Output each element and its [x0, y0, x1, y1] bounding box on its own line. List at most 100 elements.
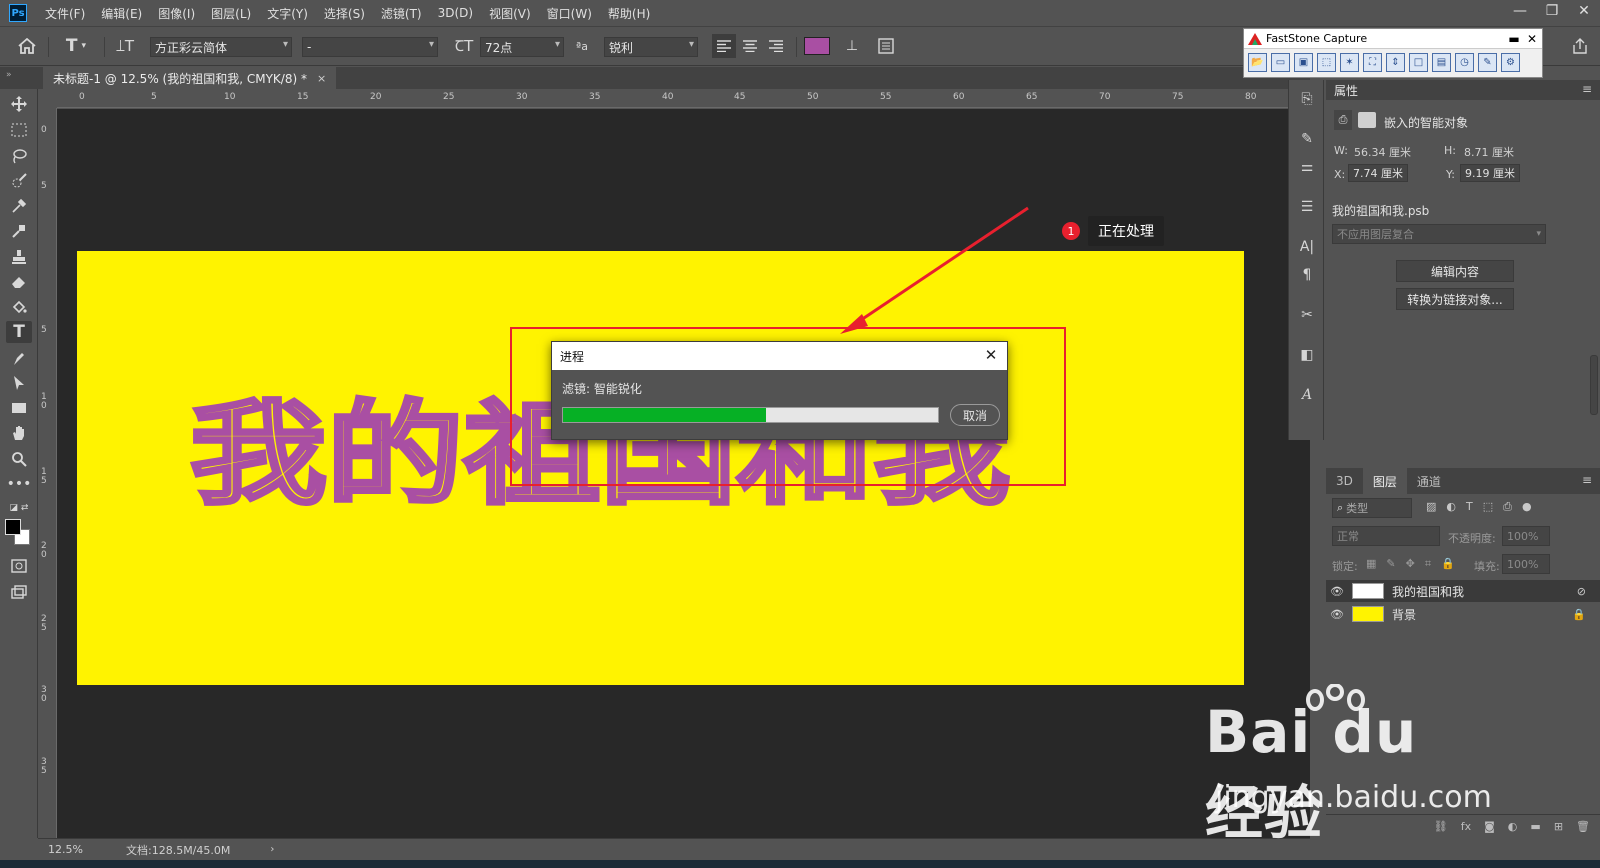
settings-icon[interactable]: ⚙: [1501, 53, 1520, 72]
stamp-tool-icon[interactable]: [6, 246, 32, 268]
layer-row-smart-object[interactable]: 👁 我的祖国和我 ⊘: [1326, 580, 1600, 602]
healing-brush-tool-icon[interactable]: [6, 220, 32, 242]
type-tool-preset-icon[interactable]: T ▾: [56, 34, 96, 58]
quick-mask-icon[interactable]: [6, 555, 32, 577]
lock-pixels-icon[interactable]: ✎: [1386, 557, 1395, 571]
font-style-select[interactable]: - ▾: [302, 37, 438, 57]
menu-edit[interactable]: 编辑(E): [93, 5, 150, 22]
rectangle-tool-icon[interactable]: [6, 397, 32, 419]
paragraph-icon[interactable]: ¶: [1295, 264, 1319, 286]
open-icon[interactable]: 📂: [1248, 53, 1267, 72]
output-icon[interactable]: ✎: [1478, 53, 1497, 72]
marquee-tool-icon[interactable]: [6, 119, 32, 141]
new-group-icon[interactable]: ▬: [1530, 820, 1540, 833]
capture-window-icon[interactable]: ▭: [1271, 53, 1290, 72]
opacity-field[interactable]: 100%: [1502, 526, 1550, 546]
capture-object-icon[interactable]: ▣: [1294, 53, 1313, 72]
zoom-level[interactable]: 12.5%: [38, 843, 90, 856]
eraser-tool-icon[interactable]: [6, 271, 32, 293]
adjustments-icon[interactable]: ⚌: [1295, 156, 1319, 178]
character-icon[interactable]: A|: [1295, 236, 1319, 258]
close-tab-icon[interactable]: ×: [317, 72, 326, 85]
more-tools-icon[interactable]: •••: [6, 473, 32, 495]
zoom-tool-icon[interactable]: [6, 448, 32, 470]
font-size-select[interactable]: 72点 ▾: [480, 37, 564, 57]
visibility-eye-icon[interactable]: 👁: [1326, 585, 1348, 598]
adjustment-filter-icon[interactable]: ◐: [1446, 500, 1456, 514]
minimize-icon[interactable]: —: [1504, 0, 1536, 22]
share-icon[interactable]: [1568, 34, 1592, 58]
convert-to-linked-button[interactable]: 转换为链接对象...: [1396, 288, 1514, 310]
menu-type[interactable]: 文字(Y): [259, 5, 316, 22]
lock-all-icon[interactable]: 🔒: [1441, 557, 1455, 571]
visibility-eye-icon[interactable]: 👁: [1326, 608, 1348, 621]
screen-mode-icon[interactable]: [6, 581, 32, 603]
smart-filter-icon[interactable]: ⎙: [1503, 500, 1512, 514]
panel-scrollbar[interactable]: [1590, 355, 1598, 415]
type-filter-icon[interactable]: T: [1466, 500, 1473, 514]
antialias-select[interactable]: 锐利 ▾: [604, 37, 698, 57]
dialog-close-icon[interactable]: ✕: [983, 346, 999, 364]
tool-presets-icon[interactable]: ✂: [1295, 304, 1319, 326]
blend-mode-select[interactable]: 正常: [1332, 526, 1440, 546]
tab-channels[interactable]: 通道: [1407, 468, 1451, 494]
new-layer-icon[interactable]: ⊞: [1554, 820, 1563, 833]
foreground-color-swatch[interactable]: [5, 519, 21, 535]
y-position-field[interactable]: 9.19 厘米: [1460, 164, 1520, 182]
history-icon[interactable]: ⎘: [1295, 88, 1319, 110]
menu-layer[interactable]: 图层(L): [203, 5, 259, 22]
hand-tool-icon[interactable]: [6, 422, 32, 444]
fill-field[interactable]: 100%: [1502, 554, 1550, 574]
lasso-tool-icon[interactable]: [6, 145, 32, 167]
capture-region-icon[interactable]: ⬚: [1317, 53, 1336, 72]
faststone-minimize-icon[interactable]: ▬: [1506, 31, 1522, 47]
pen-tool-icon[interactable]: [6, 347, 32, 369]
edit-contents-button[interactable]: 编辑内容: [1396, 260, 1514, 282]
align-left-icon[interactable]: [712, 34, 736, 58]
document-tab[interactable]: 未标题-1 @ 12.5% (我的祖国和我, CMYK/8) * ×: [43, 67, 337, 89]
menu-3d[interactable]: 3D(D): [430, 6, 481, 20]
panel-menu-icon[interactable]: ≡: [1582, 473, 1592, 487]
type-tool-icon[interactable]: T: [6, 321, 32, 343]
delete-layer-icon[interactable]: 🗑: [1576, 820, 1590, 833]
glyphs-icon[interactable]: A: [1295, 384, 1319, 406]
home-icon[interactable]: [14, 34, 40, 58]
filter-toggle-icon[interactable]: ●: [1522, 500, 1532, 514]
capture-fixed-region-icon[interactable]: □: [1409, 53, 1428, 72]
menu-select[interactable]: 选择(S): [316, 5, 373, 22]
align-right-icon[interactable]: [764, 34, 788, 58]
quick-selection-tool-icon[interactable]: [6, 170, 32, 192]
layer-row-background[interactable]: 👁 背景 🔒: [1326, 603, 1600, 625]
close-icon[interactable]: ✕: [1568, 0, 1600, 22]
layer-comp-select[interactable]: 不应用图层复合 ▾: [1332, 224, 1546, 244]
capture-scrolling-icon[interactable]: ⇕: [1386, 53, 1405, 72]
libraries-icon[interactable]: ☰: [1295, 196, 1319, 218]
tab-layers[interactable]: 图层: [1362, 468, 1407, 494]
delay-timer-icon[interactable]: ◷: [1455, 53, 1474, 72]
text-color-swatch[interactable]: [804, 37, 830, 55]
capture-fullscreen-icon[interactable]: ⛶: [1363, 53, 1382, 72]
shape-filter-icon[interactable]: ⬚: [1483, 500, 1493, 514]
menu-image[interactable]: 图像(I): [150, 5, 203, 22]
cancel-button[interactable]: 取消: [950, 404, 1000, 426]
menu-view[interactable]: 视图(V): [481, 5, 539, 22]
width-value[interactable]: 56.34 厘米: [1354, 144, 1411, 160]
smart-filter-badge-icon[interactable]: ⊘: [1577, 585, 1586, 598]
text-orientation-icon[interactable]: ⟘T: [112, 34, 138, 58]
lock-position-icon[interactable]: ✥: [1406, 557, 1415, 571]
path-selection-tool-icon[interactable]: [6, 372, 32, 394]
move-tool-icon[interactable]: [6, 93, 32, 115]
panel-menu-icon[interactable]: ≡: [1582, 82, 1592, 96]
adjustment-layer-icon[interactable]: ◐: [1508, 820, 1518, 833]
height-value[interactable]: 8.71 厘米: [1464, 144, 1514, 160]
faststone-close-icon[interactable]: ✕: [1524, 31, 1540, 47]
align-center-icon[interactable]: [738, 34, 762, 58]
restore-icon[interactable]: ❐: [1536, 0, 1568, 22]
eyedropper-tool-icon[interactable]: [6, 195, 32, 217]
lock-transparent-icon[interactable]: ▦: [1366, 557, 1376, 571]
image-filter-icon[interactable]: ▨: [1426, 500, 1436, 514]
collapse-arrows-icon[interactable]: »: [6, 70, 12, 80]
capture-freehand-icon[interactable]: ✶: [1340, 53, 1359, 72]
paint-bucket-tool-icon[interactable]: [6, 296, 32, 318]
x-position-field[interactable]: 7.74 厘米: [1348, 164, 1408, 182]
